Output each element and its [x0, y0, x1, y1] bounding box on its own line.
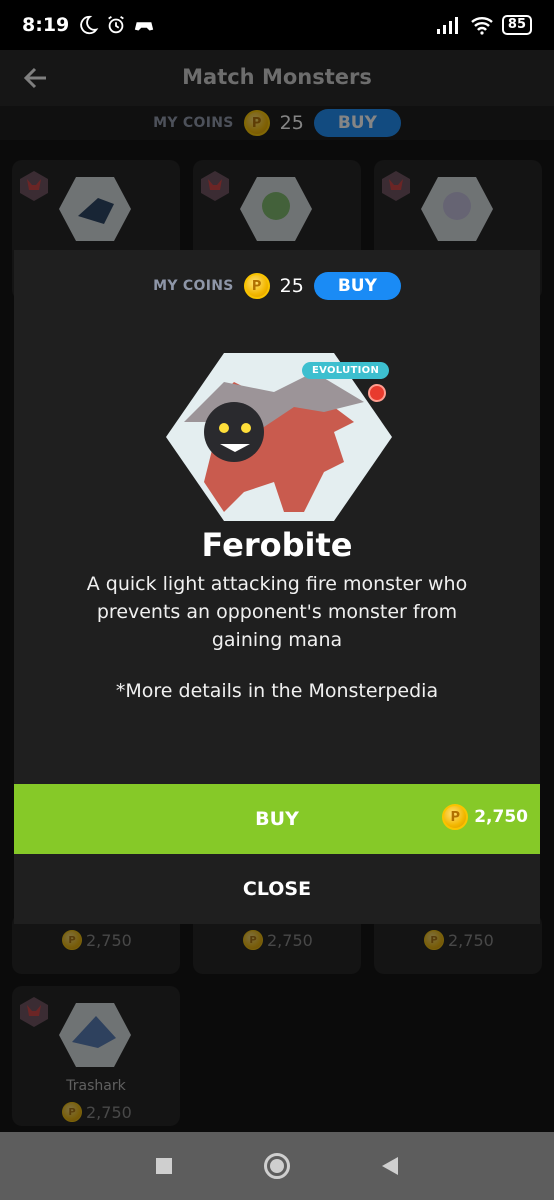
- moon-icon: [80, 15, 99, 35]
- recent-apps-icon[interactable]: [156, 1158, 172, 1174]
- coins-count: 25: [279, 275, 304, 297]
- close-label: CLOSE: [242, 878, 312, 900]
- coins-count: 25: [279, 112, 304, 134]
- page-title: Match Monsters: [182, 65, 372, 89]
- fox-badge-icon: [382, 171, 410, 201]
- buy-coins-button[interactable]: BUY: [313, 272, 401, 300]
- card-price: P2,750: [243, 930, 313, 950]
- coins-row: MY COINS P 25 BUY: [0, 106, 554, 140]
- game-controller-icon: [135, 22, 154, 31]
- alarm-icon: [108, 15, 125, 34]
- status-bar: 8:19 85: [0, 0, 554, 50]
- fox-badge-icon: [20, 997, 48, 1027]
- fire-gem-icon: [368, 384, 386, 402]
- evolution-badge: EVOLUTION: [302, 362, 390, 379]
- coin-icon: P: [243, 930, 263, 950]
- buy-price: P 2,750: [442, 804, 528, 830]
- coin-icon: P: [424, 930, 444, 950]
- purchase-dialog: MY COINS P 25 BUY EVOLUTION Ferobite A q…: [14, 250, 540, 924]
- fox-badge-icon: [20, 171, 48, 201]
- card-price: P2,750: [424, 930, 494, 950]
- monster-portrait-icon: [240, 177, 312, 241]
- monsterpedia-note: *More details in the Monsterpedia: [115, 680, 439, 702]
- coin-icon: P: [62, 1102, 82, 1122]
- card-price: P2,750: [62, 1102, 132, 1122]
- coin-icon: P: [243, 273, 270, 299]
- coins-label: MY COINS: [153, 278, 234, 294]
- coins-label: MY COINS: [153, 115, 234, 131]
- system-nav-bar: [0, 1132, 554, 1200]
- monster-name: Ferobite: [201, 526, 353, 564]
- close-button[interactable]: CLOSE: [14, 854, 540, 924]
- card-name: Trashark: [66, 1078, 126, 1094]
- coin-icon: P: [442, 804, 469, 830]
- coin-icon: P: [243, 110, 270, 136]
- buy-coins-button[interactable]: BUY: [313, 109, 401, 137]
- signal-icon: [436, 17, 458, 34]
- app-bar: Match Monsters: [0, 50, 554, 106]
- battery-indicator: 85: [501, 15, 532, 35]
- home-icon[interactable]: [264, 1153, 290, 1179]
- wifi-icon: [471, 17, 493, 35]
- status-time: 8:19: [22, 14, 70, 36]
- back-icon[interactable]: [382, 1157, 398, 1175]
- coin-icon: P: [62, 930, 82, 950]
- card-price-row: P 2,750 P 2,750 P 2,750: [12, 914, 542, 974]
- fox-badge-icon: [201, 171, 229, 201]
- monster-portrait-icon: [421, 177, 493, 241]
- monster-description: A quick light attacking fire monster who…: [86, 573, 468, 651]
- card-price: P2,750: [62, 930, 132, 950]
- dialog-coins-row: MY COINS P 25 BUY: [14, 272, 540, 300]
- monster-card[interactable]: Trashark P 2,750: [12, 986, 180, 1126]
- buy-monster-button[interactable]: BUY P 2,750: [14, 784, 540, 854]
- monster-portrait-icon: [59, 1003, 131, 1067]
- monster-portrait-icon: [59, 177, 131, 241]
